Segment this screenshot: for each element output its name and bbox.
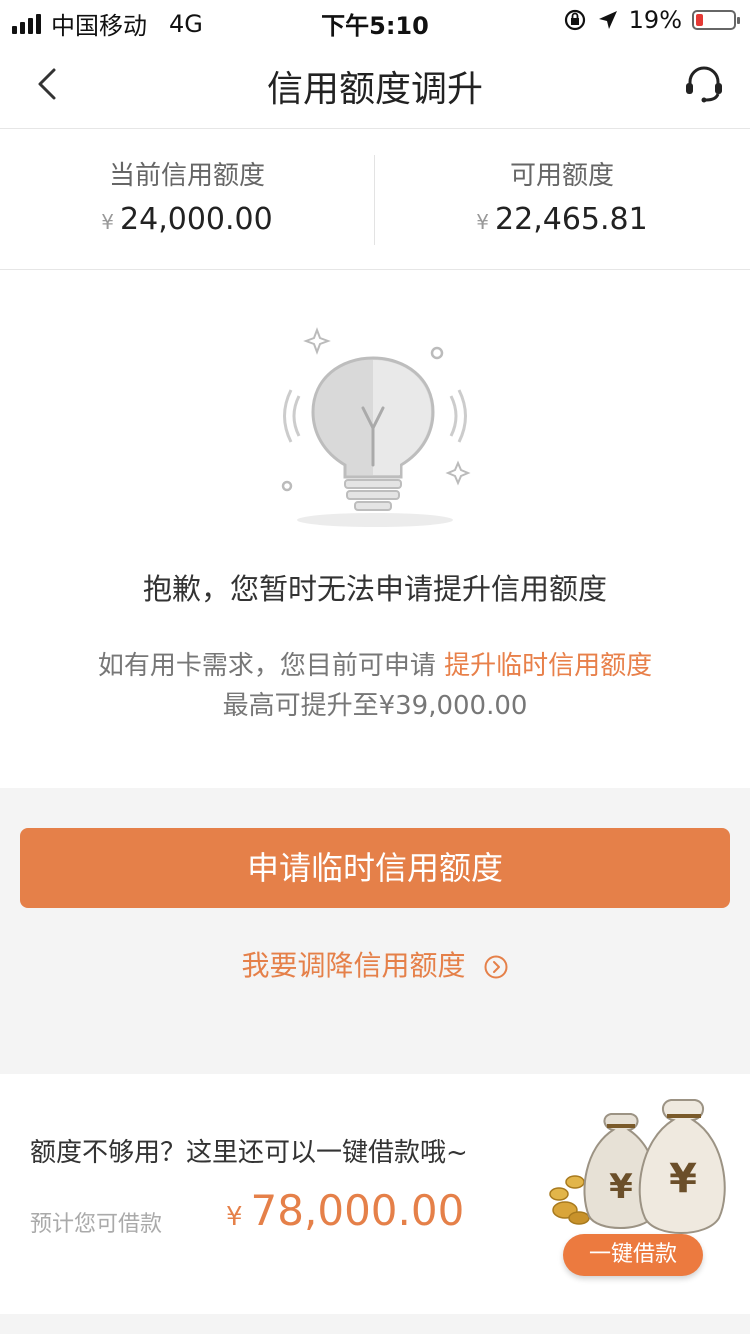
current-quota-label: 当前信用额度 <box>108 161 265 191</box>
currency-symbol: ¥ <box>476 210 490 234</box>
available-quota: 可用额度 ¥22,465.81 <box>375 129 749 269</box>
page-title: 信用额度调升 <box>266 69 483 110</box>
reduce-quota-label: 我要调降信用额度 <box>241 949 466 982</box>
lightbulb-icon <box>281 327 471 527</box>
reduce-quota-link[interactable]: 我要调降信用额度 <box>0 944 750 984</box>
estimate-amount: ¥78,000.00 <box>226 1186 464 1235</box>
sorry-message: 抱歉，您暂时无法申请提升信用额度 <box>142 572 607 606</box>
estimate-label: 预计您可借款 <box>30 1212 163 1237</box>
current-quota-amount: ¥24,000.00 <box>0 202 374 237</box>
location-arrow-icon <box>598 11 617 29</box>
estimate-amount-value: 78,000.00 <box>250 1186 465 1235</box>
currency-symbol: ¥ <box>101 210 115 234</box>
currency-symbol: ¥ <box>226 1202 243 1232</box>
quota-summary: 当前信用额度 ¥24,000.00 可用额度 ¥22,465.81 <box>0 129 750 270</box>
chevron-circle-icon <box>484 955 508 979</box>
temporary-quota-link[interactable]: 提升临时信用额度 <box>444 651 652 681</box>
money-bags-icon: ¥ ¥ <box>549 1099 726 1234</box>
available-quota-amount: ¥22,465.81 <box>375 202 749 237</box>
hint-prefix: 如有用卡需求，您目前可申请 <box>97 651 445 681</box>
svg-text:¥: ¥ <box>609 1167 633 1207</box>
status-bar: 中国移动 4G 下午5:10 19% <box>0 0 750 40</box>
rotation-lock-icon <box>564 9 585 31</box>
one-click-loan-button[interactable]: 一键借款 <box>563 1234 703 1276</box>
current-quota: 当前信用额度 ¥24,000.00 <box>0 129 374 269</box>
nav-bar: 信用额度调升 <box>0 40 750 129</box>
apply-temporary-quota-button[interactable]: 申请临时信用额度 <box>20 828 730 908</box>
battery-percent: 19% <box>628 6 682 34</box>
customer-service-icon[interactable] <box>682 62 726 106</box>
result-panel: 抱歉，您暂时无法申请提升信用额度 如有用卡需求，您目前可申请 提升临时信用额度 … <box>0 270 750 788</box>
status-right: 19% <box>563 6 740 34</box>
hint-text: 如有用卡需求，您目前可申请 提升临时信用额度 最高可提升至¥39,000.00 <box>0 646 750 726</box>
current-quota-value: 24,000.00 <box>120 202 273 237</box>
loan-promo-card[interactable]: 额度不够用？这里还可以一键借款哦~ 预计您可借款 ¥78,000.00 ¥ ¥ … <box>0 1074 750 1314</box>
hint-line: 如有用卡需求，您目前可申请 提升临时信用额度 <box>0 646 750 686</box>
hint-max: 最高可提升至¥39,000.00 <box>222 691 528 721</box>
svg-text:¥: ¥ <box>669 1156 697 1202</box>
available-quota-value: 22,465.81 <box>495 202 648 237</box>
promo-question: 额度不够用？这里还可以一键借款哦~ <box>30 1138 468 1168</box>
battery-icon <box>692 10 740 30</box>
available-quota-label: 可用额度 <box>509 161 614 191</box>
